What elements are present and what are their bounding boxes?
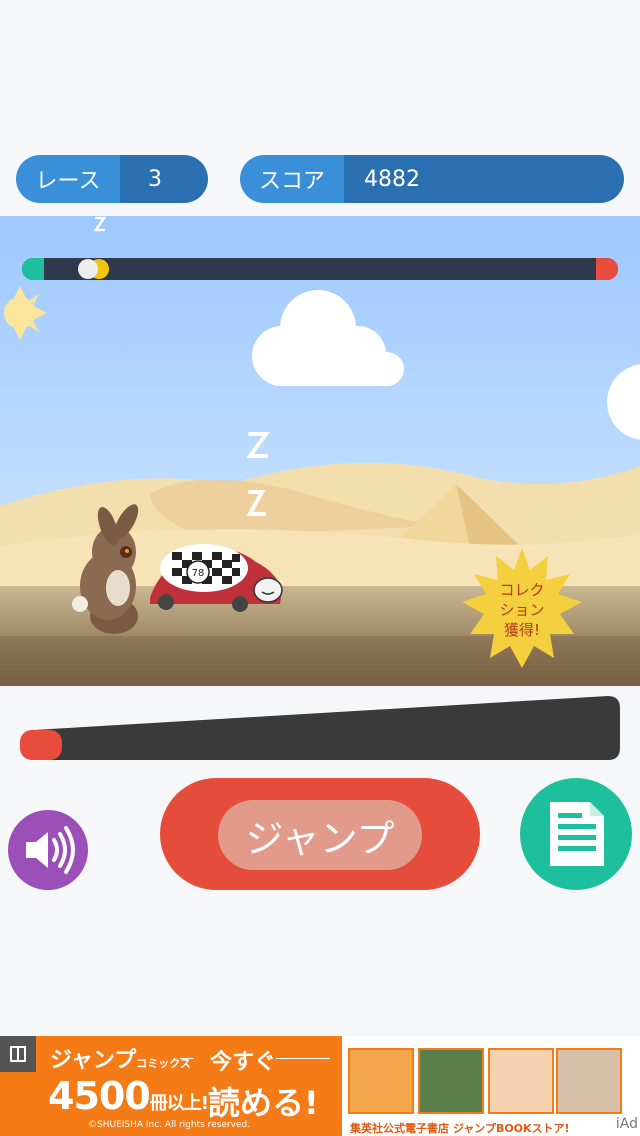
ad-character-2 [418,1048,484,1114]
race-value: 3 [120,155,208,203]
race-label: レース [16,155,120,203]
score-counter: スコア 4882 [240,155,624,203]
ad-character-3 [488,1048,554,1114]
race-counter: レース 3 [16,155,208,203]
svg-text:78: 78 [192,568,205,579]
ad-divider [180,1058,194,1059]
jump-button-label: ジャンプ [218,800,422,870]
ad-character-1 [348,1048,414,1114]
ad-now-line1: 今すぐ [210,1050,277,1075]
race-progress-bar [22,258,618,280]
iad-label: iAd [615,1116,638,1132]
power-meter-fill [20,730,62,760]
collection-badge[interactable]: コレク ション 獲得! [462,580,582,640]
collection-list-button[interactable] [520,778,632,890]
jump-button[interactable]: ジャンプ [160,778,480,890]
speaker-icon [26,826,75,874]
ad-count: 4500冊以上! [48,1074,209,1118]
sound-toggle-button[interactable] [8,810,88,890]
score-label: スコア [240,155,344,203]
ad-brand: ジャンプコミックス [50,1048,191,1073]
ad-banner[interactable]: ジャンプコミックス 4500冊以上! 今すぐ 読める! ©SHUEISHA In… [0,1036,640,1136]
window-icon [10,1046,26,1062]
score-value: 4882 [344,155,624,203]
ad-now-line2: 読める! [208,1084,319,1122]
collection-line-1: コレク [499,581,545,599]
ad-badge [0,1036,36,1072]
collection-line-3: 獲得! [503,621,540,639]
ad-store-name: 集英社公式電子書店 ジャンプBOOKストア! [350,1122,570,1135]
ad-right-panel: 集英社公式電子書店 ジャンプBOOKストア! iAd [342,1036,640,1136]
rabbit-progress-marker [77,259,98,279]
collection-line-2: ション [499,601,545,619]
start-flag [22,258,44,280]
jump-power-meter [20,696,620,760]
ad-divider-2 [276,1058,330,1059]
ad-character-4 [556,1048,622,1114]
ad-copyright: ©SHUEISHA Inc. All rights reserved. [88,1120,251,1130]
finish-flag [596,258,618,280]
power-meter-track [20,696,620,760]
ad-left-panel: ジャンプコミックス 4500冊以上! 今すぐ 読める! ©SHUEISHA In… [0,1036,342,1136]
document-icon [550,802,604,866]
